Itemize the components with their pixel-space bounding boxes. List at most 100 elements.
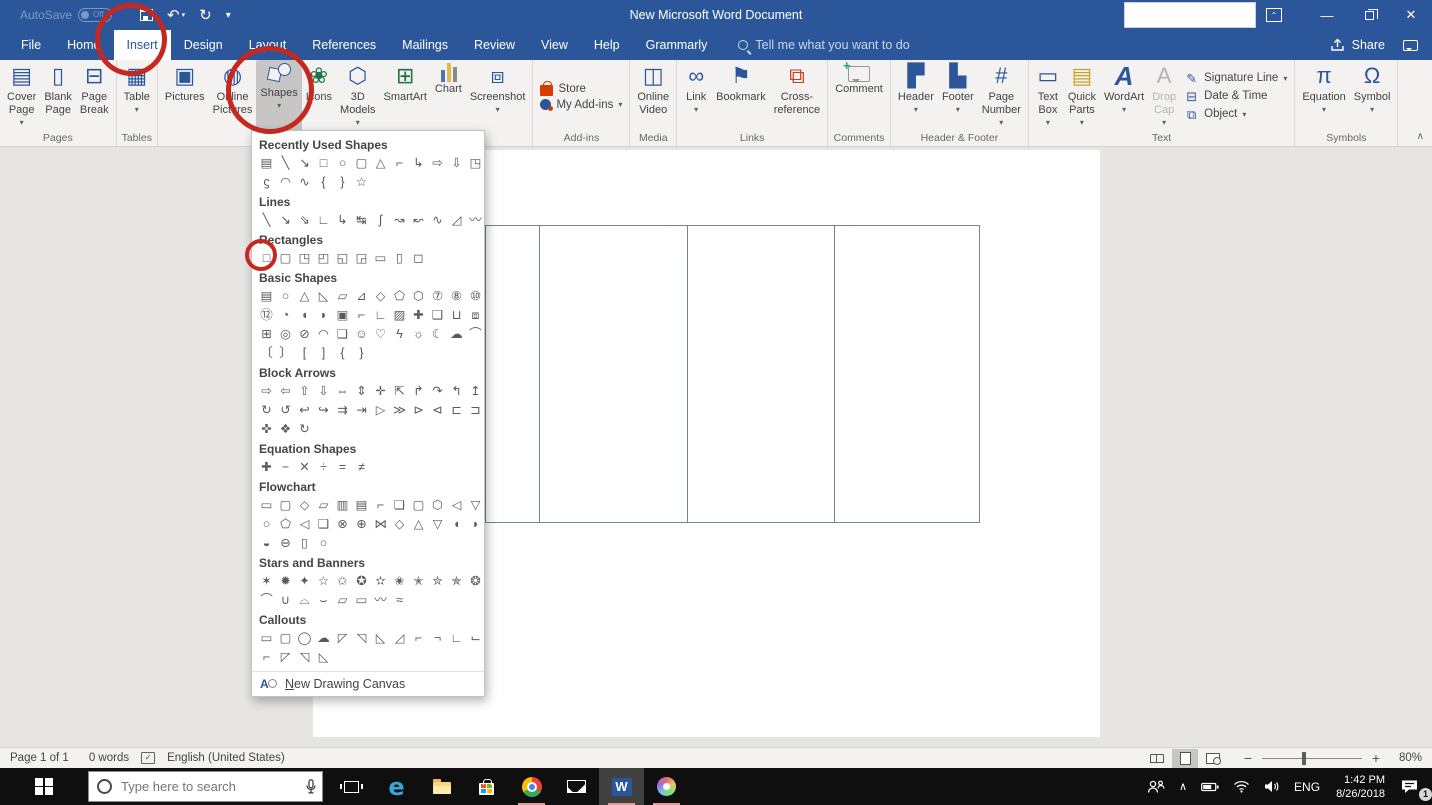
shape-stars-and-banners-2[interactable] xyxy=(295,572,314,591)
shape-lines-2[interactable] xyxy=(295,211,314,230)
shape-basic-shapes-7[interactable] xyxy=(390,287,409,306)
shape-stars-and-banners-8[interactable] xyxy=(409,572,428,591)
zoom-in-button[interactable]: + xyxy=(1370,750,1382,766)
store-button[interactable]: Store xyxy=(540,82,586,96)
task-view-button[interactable] xyxy=(329,768,374,805)
shape-basic-shapes-12[interactable] xyxy=(257,306,276,325)
shape-basic-shapes-33[interactable] xyxy=(428,325,447,344)
shape-basic-shapes-41[interactable] xyxy=(352,344,371,363)
cross-reference-button[interactable]: Cross- reference xyxy=(770,60,824,132)
shape-flowchart-13[interactable] xyxy=(276,515,295,534)
tab-help[interactable]: Help xyxy=(581,30,633,60)
shape-rectangles-6[interactable] xyxy=(371,249,390,268)
shape-basic-shapes-4[interactable] xyxy=(333,287,352,306)
shape-basic-shapes-5[interactable] xyxy=(352,287,371,306)
shape-basic-shapes-31[interactable] xyxy=(390,325,409,344)
shape-recently-used-shapes-7[interactable] xyxy=(390,154,409,173)
shape-block-arrows-18[interactable] xyxy=(371,401,390,420)
shape-equation-shapes-0[interactable] xyxy=(257,458,276,477)
shape-stars-and-banners-9[interactable] xyxy=(428,572,447,591)
shape-basic-shapes-23[interactable] xyxy=(466,306,485,325)
shape-recently-used-shapes-15[interactable] xyxy=(314,173,333,192)
shape-recently-used-shapes-11[interactable] xyxy=(466,154,485,173)
object-button[interactable]: Object xyxy=(1184,107,1246,122)
shape-callouts-13[interactable] xyxy=(276,648,295,667)
shape-equation-shapes-2[interactable] xyxy=(295,458,314,477)
shape-rectangles-2[interactable] xyxy=(295,249,314,268)
drop-cap-button[interactable]: Drop Cap xyxy=(1148,60,1180,132)
action-center-button[interactable]: 1 xyxy=(1394,768,1432,805)
shape-callouts-12[interactable] xyxy=(257,648,276,667)
shape-block-arrows-1[interactable] xyxy=(276,382,295,401)
comment-button[interactable]: +Comment xyxy=(831,60,887,132)
shape-block-arrows-26[interactable] xyxy=(295,420,314,439)
shape-recently-used-shapes-16[interactable] xyxy=(333,173,352,192)
shape-basic-shapes-15[interactable] xyxy=(314,306,333,325)
shape-stars-and-banners-12[interactable] xyxy=(257,591,276,610)
blank-page-button[interactable]: Blank Page xyxy=(40,60,76,132)
taskbar-store[interactable] xyxy=(464,768,509,805)
shape-stars-and-banners-16[interactable] xyxy=(333,591,352,610)
shape-basic-shapes-38[interactable] xyxy=(295,344,314,363)
shape-lines-8[interactable] xyxy=(409,211,428,230)
shape-block-arrows-11[interactable] xyxy=(466,382,485,401)
shape-block-arrows-4[interactable] xyxy=(333,382,352,401)
autosave-toggle[interactable]: AutoSave Off xyxy=(20,8,112,22)
shape-basic-shapes-35[interactable] xyxy=(466,325,485,344)
shape-basic-shapes-37[interactable] xyxy=(276,344,295,363)
shape-lines-6[interactable] xyxy=(371,211,390,230)
shape-flowchart-20[interactable] xyxy=(409,515,428,534)
shape-recently-used-shapes-5[interactable] xyxy=(352,154,371,173)
print-layout-button[interactable] xyxy=(1172,749,1198,768)
tab-home[interactable]: Home xyxy=(54,30,113,60)
zoom-out-button[interactable]: − xyxy=(1242,750,1254,766)
shape-equation-shapes-3[interactable] xyxy=(314,458,333,477)
tab-insert[interactable]: Insert xyxy=(114,30,171,60)
shape-flowchart-5[interactable] xyxy=(352,496,371,515)
signature-line-button[interactable]: Signature Line xyxy=(1184,71,1287,86)
zoom-level[interactable]: 80% xyxy=(1390,752,1422,764)
shape-flowchart-6[interactable] xyxy=(371,496,390,515)
shape-callouts-4[interactable] xyxy=(333,629,352,648)
page-break-button[interactable]: Page Break xyxy=(76,60,113,132)
ribbon-display-options-button[interactable]: ⌃ xyxy=(1266,8,1282,22)
chart-button[interactable]: Chart xyxy=(431,60,466,132)
shape-basic-shapes-9[interactable] xyxy=(428,287,447,306)
tell-me-search[interactable]: Tell me what you want to do xyxy=(738,30,909,60)
shape-recently-used-shapes-6[interactable] xyxy=(371,154,390,173)
my-add-ins-button[interactable]: My Add-ins xyxy=(540,99,622,111)
shape-block-arrows-9[interactable] xyxy=(428,382,447,401)
document-table[interactable] xyxy=(485,225,980,523)
shape-rectangles-5[interactable] xyxy=(352,249,371,268)
date-time-button[interactable]: Date & Time xyxy=(1184,89,1267,104)
shape-stars-and-banners-19[interactable] xyxy=(390,591,409,610)
minimize-button[interactable]: — xyxy=(1306,0,1348,30)
shape-recently-used-shapes-12[interactable] xyxy=(257,173,276,192)
shape-lines-3[interactable] xyxy=(314,211,333,230)
shape-recently-used-shapes-2[interactable] xyxy=(295,154,314,173)
feedback-icon[interactable] xyxy=(1403,40,1418,51)
shape-block-arrows-2[interactable] xyxy=(295,382,314,401)
shape-lines-10[interactable] xyxy=(447,211,466,230)
shape-basic-shapes-39[interactable] xyxy=(314,344,333,363)
screenshot-button[interactable]: Screenshot xyxy=(466,60,530,132)
shape-basic-shapes-30[interactable] xyxy=(371,325,390,344)
shape-block-arrows-8[interactable] xyxy=(409,382,428,401)
tab-grammarly[interactable]: Grammarly xyxy=(633,30,721,60)
shape-lines-1[interactable] xyxy=(276,211,295,230)
shape-block-arrows-5[interactable] xyxy=(352,382,371,401)
shape-basic-shapes-21[interactable] xyxy=(428,306,447,325)
shape-basic-shapes-18[interactable] xyxy=(371,306,390,325)
shape-flowchart-8[interactable] xyxy=(409,496,428,515)
shape-flowchart-12[interactable] xyxy=(257,515,276,534)
tab-file[interactable]: File xyxy=(8,30,54,60)
shape-block-arrows-13[interactable] xyxy=(276,401,295,420)
taskbar-chrome[interactable] xyxy=(509,768,554,805)
shape-flowchart-2[interactable] xyxy=(295,496,314,515)
shape-flowchart-21[interactable] xyxy=(428,515,447,534)
shape-basic-shapes-1[interactable] xyxy=(276,287,295,306)
shape-recently-used-shapes-13[interactable] xyxy=(276,173,295,192)
customize-qat-button[interactable]: ▾ xyxy=(226,10,231,21)
shape-lines-9[interactable] xyxy=(428,211,447,230)
shape-basic-shapes-27[interactable] xyxy=(314,325,333,344)
